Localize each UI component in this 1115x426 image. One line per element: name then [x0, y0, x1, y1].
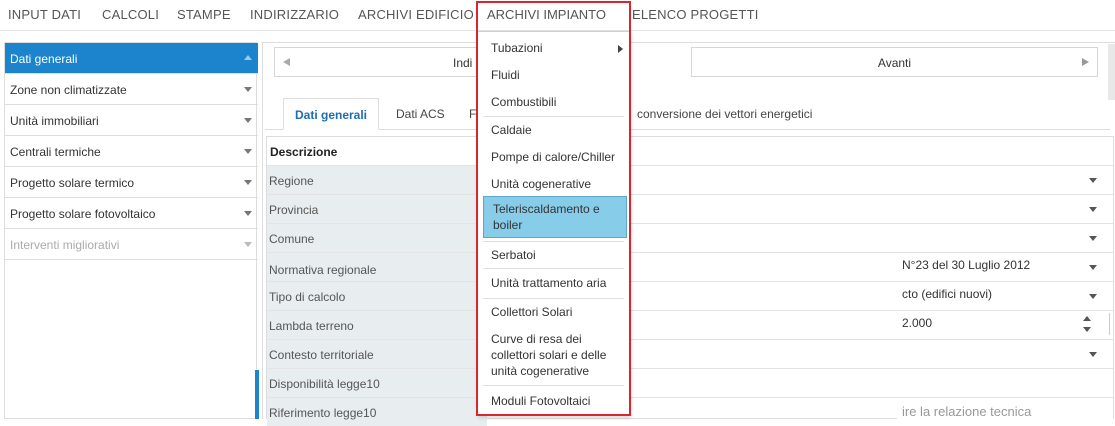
back-button[interactable]: Indi: [274, 47, 478, 77]
chevron-down-icon: [244, 242, 252, 247]
chevron-up-icon: [244, 55, 252, 60]
tab-dati-generali[interactable]: Dati generali: [283, 98, 379, 130]
row-label: Disponibilità legge10: [269, 377, 380, 391]
row-label: Comune: [269, 232, 315, 246]
grid-row-lambda-terreno[interactable]: Lambda terreno 2.000: [267, 310, 1113, 339]
sidebar-item-interventi-migliorativi: Interventi migliorativi: [5, 229, 258, 260]
back-button-label: Indi: [453, 56, 473, 70]
arrow-right-icon: [1082, 58, 1089, 66]
sidebar-scroll-accent: [255, 370, 259, 419]
grid-row-regione[interactable]: Regione: [267, 165, 1113, 194]
sidebar-item-label: Dati generali: [10, 52, 78, 66]
grid-row-comune[interactable]: Comune: [267, 223, 1113, 252]
lambda-value: 2.000: [902, 316, 933, 330]
menu-stampe[interactable]: STAMPE: [177, 7, 231, 22]
chevron-down-icon: [244, 180, 252, 185]
grid-row-riferimento-legge10[interactable]: Riferimento legge10 ire la relazione tec…: [267, 397, 1113, 426]
menu-archivi-edificio[interactable]: ARCHIVI EDIFICIO: [358, 7, 474, 22]
row-value: N°23 del 30 Luglio 2012: [902, 258, 1031, 272]
tab-dati-acs[interactable]: Dati ACS: [396, 98, 445, 130]
dropdown-arrow-icon[interactable]: [1089, 352, 1097, 357]
grid-row-tipo-di-calcolo[interactable]: Tipo di calcolo cto (edifici nuovi): [267, 281, 1113, 310]
row-label: Normativa regionale: [269, 263, 377, 277]
sidebar-item-unita-immobiliari[interactable]: Unità immobiliari: [5, 105, 258, 136]
menu-elenco-progetti[interactable]: ELENCO PROGETTI: [632, 7, 759, 22]
row-label: Regione: [269, 174, 314, 188]
chevron-down-icon: [244, 87, 252, 92]
grid-row-provincia[interactable]: Provincia: [267, 194, 1113, 223]
menu-calcoli[interactable]: CALCOLI: [102, 7, 159, 22]
sidebar-item-zone-non-climatizzate[interactable]: Zone non climatizzate: [5, 74, 258, 105]
sidebar-item-label: Centrali termiche: [10, 145, 101, 159]
dropdown-arrow-icon[interactable]: [1089, 294, 1097, 299]
dropdown-arrow-icon[interactable]: [1089, 207, 1097, 212]
next-button[interactable]: Avanti: [691, 47, 1098, 77]
sidebar-item-label: Interventi migliorativi: [10, 238, 120, 252]
spin-up-icon[interactable]: [1083, 316, 1091, 321]
dropdown-arrow-icon[interactable]: [1089, 178, 1097, 183]
row-value: ire la relazione tecnica: [902, 404, 1032, 419]
sidebar-item-dati-generali[interactable]: Dati generali: [5, 43, 258, 74]
sidebar-item-label: Zone non climatizzate: [10, 83, 127, 97]
row-label: Lambda terreno: [269, 319, 354, 333]
row-label: Provincia: [269, 203, 319, 217]
row-label: Riferimento legge10: [269, 406, 377, 420]
sidebar-item-label: Progetto solare termico: [10, 176, 135, 190]
sidebar-item-label: Unità immobiliari: [10, 114, 99, 128]
chevron-down-icon: [244, 118, 252, 123]
grid-row-disponibilita-legge10[interactable]: Disponibilità legge10: [267, 368, 1113, 397]
grid-header: Descrizione: [270, 145, 338, 159]
next-button-label: Avanti: [877, 56, 912, 70]
chevron-down-icon: [244, 149, 252, 154]
row-label: Contesto territoriale: [269, 348, 374, 362]
row-value: cto (edifici nuovi): [902, 287, 993, 301]
row-label: Tipo di calcolo: [269, 290, 346, 304]
grid-row-normativa-regionale[interactable]: Normativa regionale N°23 del 30 Luglio 2…: [267, 252, 1113, 281]
grid-row-contesto-territoriale[interactable]: Contesto territoriale: [267, 339, 1113, 368]
sidebar-item-label: Progetto solare fotovoltaico: [10, 207, 156, 221]
dropdown-arrow-icon[interactable]: [1089, 265, 1097, 270]
sidebar-item-centrali-termiche[interactable]: Centrali termiche: [5, 136, 258, 167]
scrollbar[interactable]: [1108, 44, 1115, 100]
dropdown-arrow-icon[interactable]: [1089, 236, 1097, 241]
highlight-annotation: [476, 1, 631, 416]
spin-down-icon[interactable]: [1083, 327, 1091, 332]
tab-conversione-vettori[interactable]: conversione dei vettori energetici: [637, 98, 812, 130]
chevron-down-icon: [244, 211, 252, 216]
menu-input-dati[interactable]: INPUT DATI: [8, 7, 81, 22]
sidebar: Dati generali Zone non climatizzate Unit…: [4, 42, 258, 419]
sidebar-item-progetto-solare-fotovoltaico[interactable]: Progetto solare fotovoltaico: [5, 198, 258, 229]
menu-indirizzario[interactable]: INDIRIZZARIO: [250, 7, 339, 22]
sidebar-item-progetto-solare-termico[interactable]: Progetto solare termico: [5, 167, 258, 198]
